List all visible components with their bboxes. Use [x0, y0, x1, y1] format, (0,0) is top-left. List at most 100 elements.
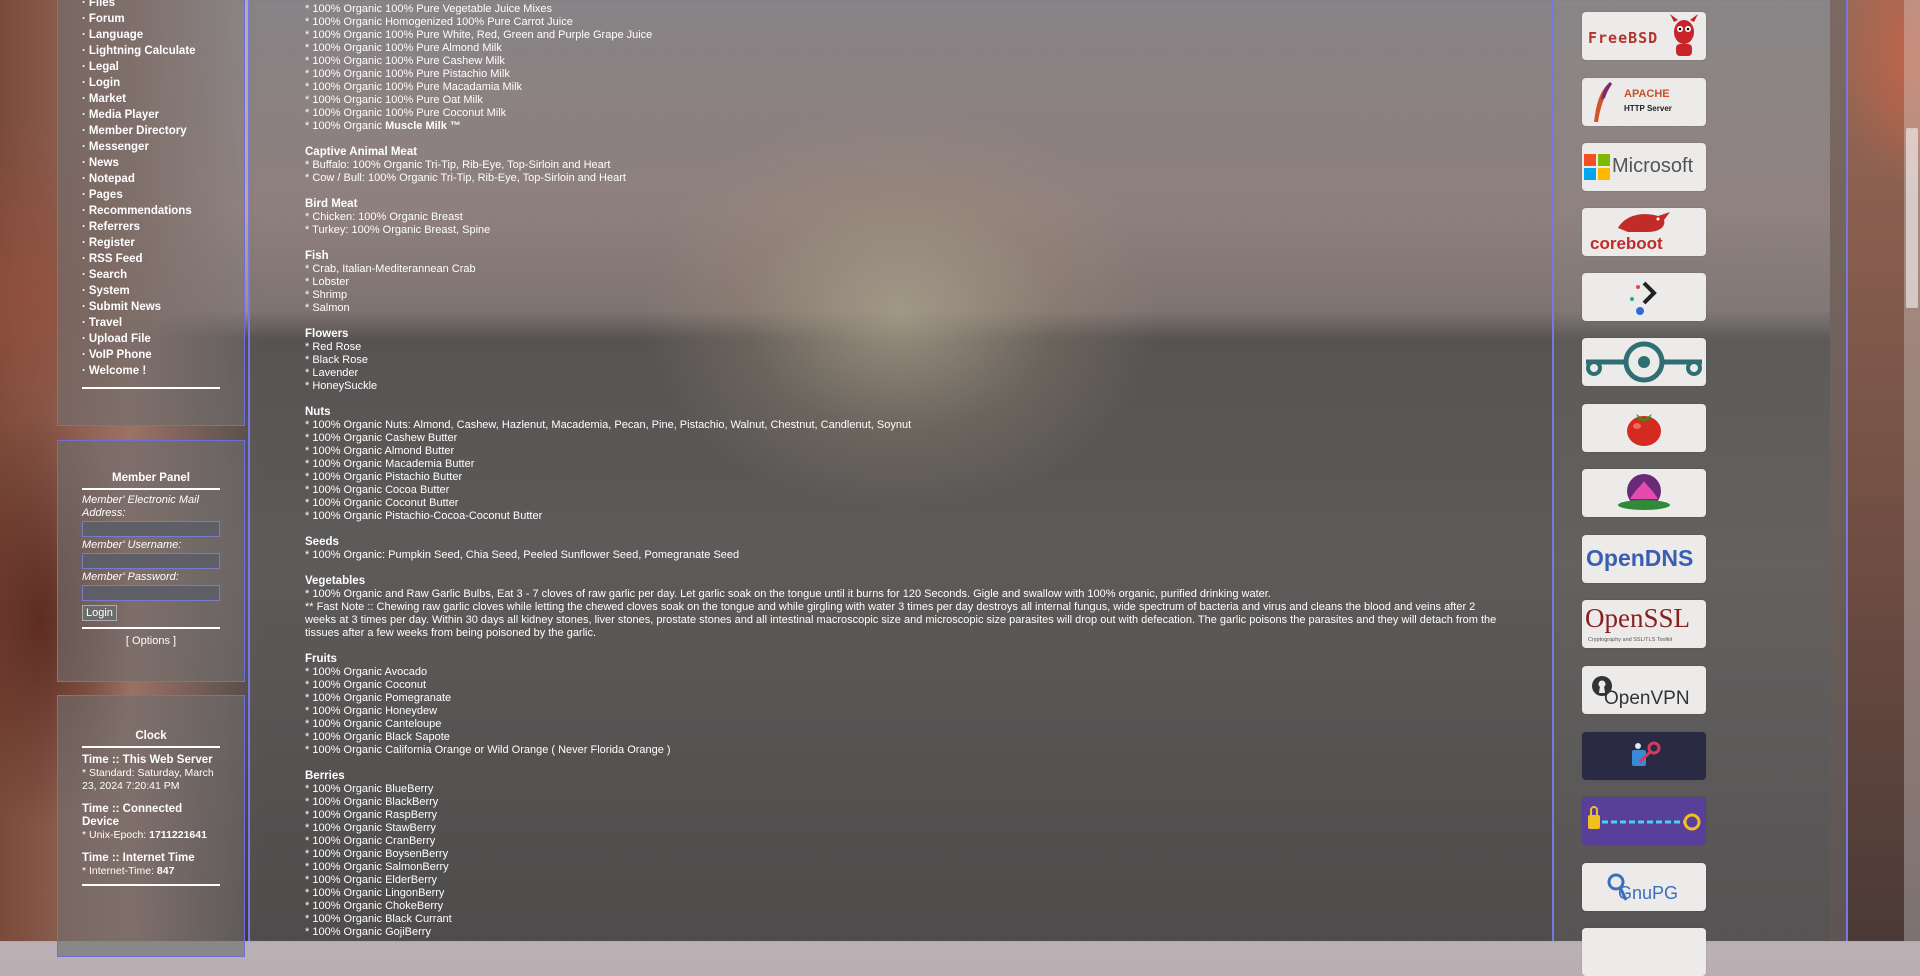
menu-item[interactable]: · RSS Feed [82, 251, 220, 267]
food-section: Nuts * 100% Organic Nuts: Almond, Cashew,… [305, 406, 1505, 523]
apache-feather-icon [1594, 82, 1612, 122]
menu-item-label: RSS Feed [88, 253, 143, 265]
section-heading: Berries [305, 770, 345, 782]
menu-item-label: Language [88, 29, 144, 41]
menu-item[interactable]: · Messenger [82, 139, 220, 155]
sponsor-logo-panel: FreeBSD APACHE HTTP Server Microsoft cor [1552, 0, 1848, 976]
list-item: * 100% Organic Coconut [305, 679, 427, 691]
menu-item[interactable]: · System [82, 283, 220, 299]
menu-item[interactable]: · Lightning Calculate [82, 43, 220, 59]
list-item: * 100% Organic 100% Pure Vegetable Juice… [305, 3, 553, 15]
menu-item[interactable]: · VoIP Phone [82, 347, 220, 363]
openssl-subtitle: Cryptography and SSL/TLS Toolkit [1588, 637, 1673, 643]
menu-item-label: Media Player [88, 109, 160, 121]
member-panel: Member Panel Member' Electronic Mail Add… [57, 440, 245, 682]
list-item: * 100% Organic ElderBerry [305, 874, 438, 886]
microsoft-logo[interactable]: Microsoft [1582, 143, 1706, 191]
menu-item[interactable]: · Recommendations [82, 203, 220, 219]
login-button[interactable]: Login [82, 605, 117, 621]
options-link[interactable]: [ Options ] [82, 635, 220, 647]
lineage-logo[interactable] [1582, 338, 1706, 386]
openssl-logo[interactable]: OpenSSL Cryptography and SSL/TLS Toolkit [1582, 600, 1706, 648]
gnupg-logo[interactable]: GnuPG [1582, 863, 1706, 911]
opendns-logo[interactable]: OpenDNS [1582, 535, 1706, 583]
menu-item[interactable]: · Register [82, 235, 220, 251]
tomato-logo[interactable] [1582, 404, 1706, 452]
list-item: * 100% Organic 100% Pure Pistachio Milk [305, 68, 510, 80]
apache-wordmark: APACHE [1624, 88, 1670, 100]
menu-item[interactable]: · News [82, 155, 220, 171]
device-time-heading: Time :: Connected Device [82, 803, 183, 828]
beastie-icon [1670, 14, 1698, 56]
list-item: * 100% Organic ChokeBerry [305, 900, 444, 912]
menu-item[interactable]: · Media Player [82, 107, 220, 123]
menu-item[interactable]: · Legal [82, 59, 220, 75]
list-item: * 100% Organic Pistachio-Cocoa-Coconut B… [305, 510, 543, 522]
encryption-keys-logo[interactable] [1582, 732, 1706, 780]
modules-menu: · Files · Forum · Language · Lightning Calcu… [82, 0, 220, 389]
list-item: * 100% Organic Cashew Butter [305, 432, 458, 444]
menu-item[interactable]: · Travel [82, 315, 220, 331]
list-item: * 100% Organic 100% Pure Almond Milk [305, 42, 502, 54]
menu-item[interactable]: · Pages [82, 187, 220, 203]
menu-item[interactable]: · Welcome ! [82, 363, 220, 379]
scrollbar-thumb[interactable] [1906, 128, 1918, 308]
partial-logo-tile[interactable] [1582, 928, 1706, 976]
menu-item[interactable]: · Files [82, 0, 220, 11]
section-heading: Captive Animal Meat [305, 146, 418, 158]
twin-keys-logo[interactable] [1582, 797, 1706, 845]
device-time-prefix: * Unix-Epoch: [82, 829, 150, 841]
list-item: * Crab, Italian-Mediterannean Crab [305, 263, 476, 275]
list-item: * Chicken: 100% Organic Breast [305, 211, 463, 223]
lineage-icon [1586, 341, 1702, 383]
menu-item[interactable]: · Referrers [82, 219, 220, 235]
menu-item[interactable]: · Market [82, 91, 220, 107]
list-item: * Salmon [305, 302, 350, 314]
list-item: * 100% Organic and Raw Garlic Bulbs, Eat… [305, 588, 1271, 600]
section-heading: Vegetables [305, 575, 366, 587]
menu-item[interactable]: · Notepad [82, 171, 220, 187]
divider [82, 387, 220, 389]
chevron-dots-icon [1630, 281, 1657, 315]
email-field[interactable] [82, 521, 220, 537]
menu-item[interactable]: · Login [82, 75, 220, 91]
chevron-dots-logo[interactable] [1582, 273, 1706, 321]
food-section: Fruits * 100% Organic Avocado * 100% Organ… [305, 653, 1505, 757]
freebsd-logo[interactable]: FreeBSD [1582, 12, 1706, 60]
menu-item-label: Login [88, 77, 121, 89]
freebsd-wordmark: FreeBSD [1588, 29, 1659, 47]
username-field[interactable] [82, 553, 220, 569]
member-panel-title: Member Panel [112, 472, 190, 484]
coreboot-logo[interactable]: coreboot [1582, 208, 1706, 256]
internet-time-row: * Internet-Time: 847 [82, 865, 220, 878]
section-heading: Flowers [305, 328, 349, 340]
menu-item[interactable]: · Search [82, 267, 220, 283]
food-section: Berries * 100% Organic BlueBerry * 100% Or… [305, 770, 1505, 939]
menu-item-label: Lightning Calculate [88, 45, 196, 57]
menu-item[interactable]: · Language [82, 27, 220, 43]
menu-item[interactable]: · Member Directory [82, 123, 220, 139]
lotus-logo[interactable] [1582, 469, 1706, 517]
microsoft-windows-icon [1584, 154, 1610, 180]
section-heading: Seeds [305, 536, 339, 548]
server-time-heading: Time :: This Web Server [82, 754, 213, 766]
server-time-value: * Standard: Saturday, March 23, 2024 7:2… [82, 767, 214, 792]
list-item: * 100% Organic 100% Pure Macadamia Milk [305, 81, 523, 93]
list-item: * 100% Organic Muscle Milk ™ [305, 120, 1505, 133]
apache-logo[interactable]: APACHE HTTP Server [1582, 78, 1706, 126]
password-field[interactable] [82, 585, 220, 601]
list-item: * Black Rose [305, 354, 368, 366]
openvpn-logo[interactable]: OpenVPN [1582, 666, 1706, 714]
gnupg-wordmark: GnuPG [1618, 883, 1679, 903]
menu-item-label: Messenger [88, 141, 149, 153]
page-scrollbar[interactable] [1904, 0, 1920, 941]
menu-item-label: Search [88, 269, 128, 281]
menu-item[interactable]: · Submit News [82, 299, 220, 315]
password-label: Member' Password: [82, 571, 179, 583]
coreboot-wordmark: coreboot [1590, 234, 1663, 253]
menu-item[interactable]: · Upload File [82, 331, 220, 347]
menu-item[interactable]: · Forum [82, 11, 220, 27]
list-item: * 100% Organic: Pumpkin Seed, Chia Seed,… [305, 549, 740, 561]
divider [82, 627, 220, 629]
list-item: * 100% Organic StawBerry [305, 822, 436, 834]
